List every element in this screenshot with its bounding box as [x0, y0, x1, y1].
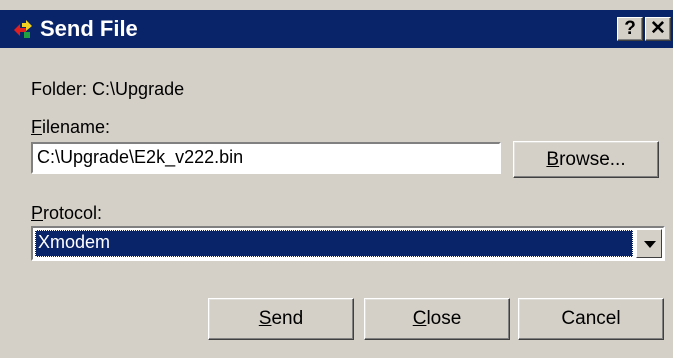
- close-accel: C: [412, 308, 427, 329]
- close-button[interactable]: Close: [364, 298, 510, 340]
- filename-label-accel: F: [31, 117, 42, 137]
- help-button[interactable]: ?: [617, 17, 643, 41]
- window-title: Send File: [40, 16, 138, 41]
- browse-label: Browse...: [546, 142, 625, 177]
- protocol-selected-value: Xmodem: [35, 230, 633, 257]
- app-icon: [12, 18, 34, 40]
- cancel-button[interactable]: Cancel: [518, 298, 664, 340]
- protocol-label-rest: rotocol:: [43, 203, 103, 223]
- cancel-label: Cancel: [561, 308, 621, 329]
- browse-rest: rowse...: [559, 149, 626, 170]
- protocol-dropdown-button[interactable]: [636, 229, 662, 258]
- close-icon: ✕: [650, 18, 666, 39]
- send-label: Send: [259, 299, 303, 339]
- protocol-select[interactable]: Xmodem: [31, 226, 665, 261]
- filename-label: Filename:: [31, 116, 110, 138]
- filename-label-rest: ilename:: [42, 117, 111, 137]
- title-bar[interactable]: Send File ? ✕: [0, 10, 673, 48]
- browse-accel: B: [546, 149, 560, 170]
- filename-input[interactable]: [37, 144, 499, 171]
- browse-button[interactable]: Browse...: [513, 141, 659, 178]
- protocol-label-accel: P: [31, 203, 44, 223]
- folder-label: Folder:: [31, 79, 88, 99]
- folder-path: C:\Upgrade: [92, 79, 185, 99]
- send-accel: S: [258, 308, 272, 329]
- chevron-down-icon: [644, 241, 656, 248]
- protocol-label: Protocol:: [31, 202, 102, 224]
- close-label: Close: [413, 299, 462, 339]
- close-rest: lose: [426, 308, 462, 329]
- send-rest: end: [271, 308, 304, 329]
- send-file-dialog: Send File ? ✕ Folder: C:\Upgrade Filenam…: [0, 0, 673, 358]
- filename-field[interactable]: [31, 142, 501, 174]
- folder-line: Folder: C:\Upgrade: [31, 78, 184, 100]
- send-button[interactable]: Send: [208, 298, 354, 340]
- close-window-button[interactable]: ✕: [645, 17, 671, 41]
- help-icon: ?: [624, 18, 636, 39]
